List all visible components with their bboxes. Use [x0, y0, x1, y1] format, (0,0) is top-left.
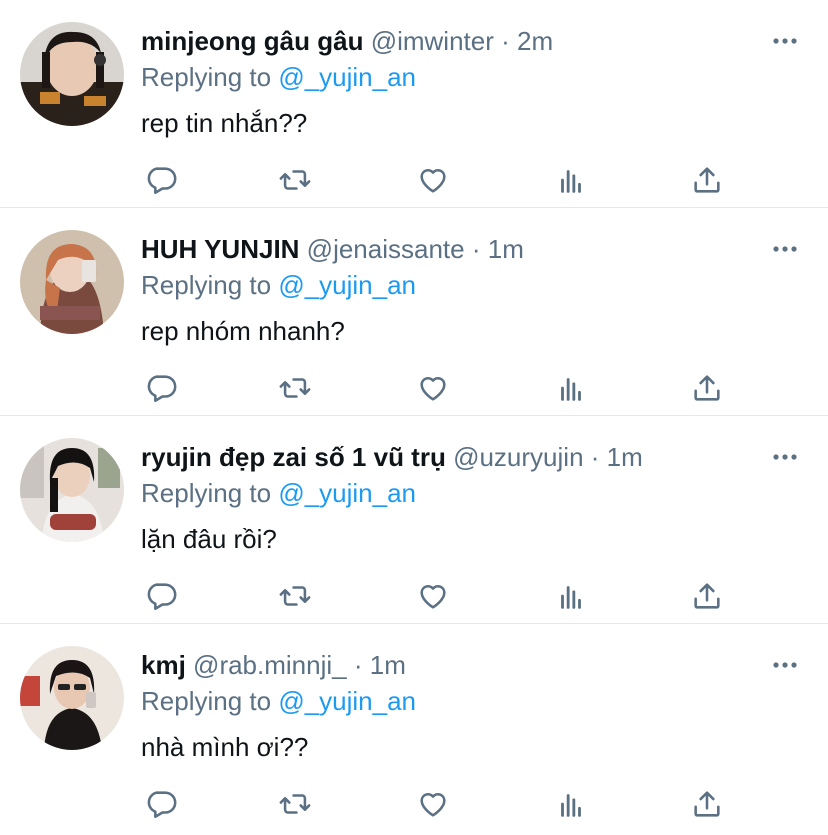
avatar[interactable]	[20, 230, 124, 334]
separator-dot: ·	[501, 26, 510, 56]
separator-dot: ·	[471, 234, 481, 264]
tweet-text: nhà mình ơi??	[141, 732, 309, 762]
retweet-icon	[279, 378, 311, 398]
display-name[interactable]: kmj	[141, 650, 186, 680]
like-button[interactable]	[413, 576, 453, 616]
retweet-icon	[279, 794, 311, 814]
avatar[interactable]	[20, 22, 124, 126]
action-bar	[141, 368, 741, 408]
action-bar	[141, 576, 741, 616]
reply-button[interactable]	[141, 576, 181, 616]
replying-to-label: Replying to	[141, 686, 272, 716]
analytics-icon	[561, 794, 581, 817]
separator-dot: ·	[590, 442, 600, 472]
mention-link[interactable]: @_yujin_an	[278, 478, 416, 508]
mention-link[interactable]: @_yujin_an	[278, 62, 416, 92]
reply-icon	[147, 583, 177, 611]
like-button[interactable]	[413, 368, 453, 408]
retweet-button[interactable]	[275, 160, 315, 200]
reply-icon	[147, 791, 177, 819]
like-icon	[420, 376, 446, 401]
share-icon	[694, 375, 720, 401]
reply-feed: minjeong gâu gâu @imwinter · 2m Replying…	[0, 0, 828, 832]
tweet[interactable]: ryujin đẹp zai số 1 vũ trụ @uzuryujin · …	[0, 416, 828, 624]
tweet-text: rep nhóm nhanh?	[141, 316, 345, 346]
replying-to: Replying to @_yujin_an	[141, 476, 416, 510]
tweet-header: ryujin đẹp zai số 1 vũ trụ @uzuryujin · …	[141, 440, 748, 474]
analytics-icon	[561, 586, 581, 609]
retweet-icon	[279, 170, 311, 190]
analytics-icon	[561, 378, 581, 401]
analytics-button[interactable]	[551, 576, 591, 616]
separator-dot: ·	[353, 650, 363, 680]
replying-to: Replying to @_yujin_an	[141, 684, 416, 718]
share-button[interactable]	[687, 576, 727, 616]
more-icon[interactable]	[770, 442, 800, 472]
like-icon	[420, 792, 446, 817]
avatar[interactable]	[20, 438, 124, 542]
share-button[interactable]	[687, 784, 727, 824]
tweet-header: kmj @rab.minnji_ · 1m	[141, 648, 748, 682]
tweet[interactable]: kmj @rab.minnji_ · 1m Replying to @_yuji…	[0, 624, 828, 832]
reply-button[interactable]	[141, 160, 181, 200]
tweet[interactable]: HUH YUNJIN @jenaissante · 1m Replying to…	[0, 208, 828, 416]
reply-icon	[147, 375, 177, 403]
display-name[interactable]: HUH YUNJIN	[141, 234, 299, 264]
reply-icon	[147, 167, 177, 195]
share-icon	[694, 167, 720, 193]
replying-to-label: Replying to	[141, 478, 272, 508]
timestamp[interactable]: 1m	[370, 650, 406, 680]
tweet-header: HUH YUNJIN @jenaissante · 1m	[141, 232, 748, 266]
replying-to-label: Replying to	[141, 62, 272, 92]
replying-to: Replying to @_yujin_an	[141, 60, 416, 94]
user-handle[interactable]: @imwinter	[371, 26, 494, 56]
tweet-text: rep tin nhắn??	[141, 108, 308, 138]
share-button[interactable]	[687, 368, 727, 408]
share-icon	[694, 583, 720, 609]
retweet-button[interactable]	[275, 368, 315, 408]
more-icon[interactable]	[770, 26, 800, 56]
retweet-icon	[279, 586, 311, 606]
analytics-icon	[561, 170, 581, 193]
tweet-header: minjeong gâu gâu @imwinter · 2m	[141, 24, 748, 58]
action-bar	[141, 784, 741, 824]
replying-to: Replying to @_yujin_an	[141, 268, 416, 302]
analytics-button[interactable]	[551, 160, 591, 200]
like-icon	[420, 168, 446, 193]
analytics-button[interactable]	[551, 784, 591, 824]
avatar[interactable]	[20, 646, 124, 750]
share-icon	[694, 791, 720, 817]
timestamp[interactable]: 1m	[488, 234, 524, 264]
retweet-button[interactable]	[275, 576, 315, 616]
mention-link[interactable]: @_yujin_an	[278, 270, 416, 300]
retweet-button[interactable]	[275, 784, 315, 824]
share-button[interactable]	[687, 160, 727, 200]
more-icon[interactable]	[770, 234, 800, 264]
more-icon[interactable]	[770, 650, 800, 680]
user-handle[interactable]: @uzuryujin	[453, 442, 583, 472]
mention-link[interactable]: @_yujin_an	[278, 686, 416, 716]
timestamp[interactable]: 2m	[517, 26, 553, 56]
timestamp[interactable]: 1m	[607, 442, 643, 472]
action-bar	[141, 160, 741, 200]
display-name[interactable]: ryujin đẹp zai số 1 vũ trụ	[141, 442, 446, 472]
display-name[interactable]: minjeong gâu gâu	[141, 26, 363, 56]
user-handle[interactable]: @jenaissante	[307, 234, 465, 264]
user-handle[interactable]: @rab.minnji_	[193, 650, 347, 680]
like-button[interactable]	[413, 160, 453, 200]
tweet[interactable]: minjeong gâu gâu @imwinter · 2m Replying…	[0, 0, 828, 208]
like-button[interactable]	[413, 784, 453, 824]
reply-button[interactable]	[141, 784, 181, 824]
replying-to-label: Replying to	[141, 270, 272, 300]
tweet-text: lặn đâu rồi?	[141, 524, 277, 554]
reply-button[interactable]	[141, 368, 181, 408]
like-icon	[420, 584, 446, 609]
analytics-button[interactable]	[551, 368, 591, 408]
